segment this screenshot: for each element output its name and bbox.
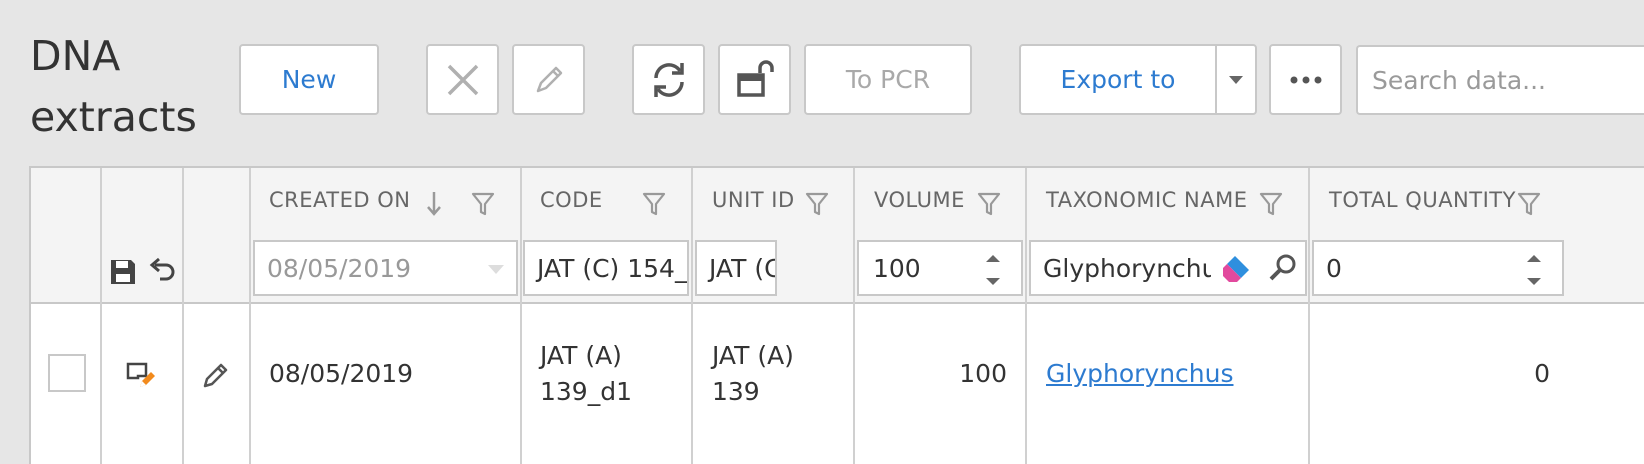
export-button[interactable]: Export to (1019, 44, 1217, 115)
code-cell: JAT (A) 139_d1 (540, 338, 632, 410)
magnifier-icon[interactable] (1268, 253, 1298, 283)
column-header-total-quantity[interactable]: TOTAL QUANTITY (1329, 188, 1569, 216)
calendar-dropdown-icon[interactable] (488, 265, 504, 274)
eraser-icon[interactable] (1219, 252, 1253, 286)
unit-id-cell: JAT (A) 139 (712, 338, 794, 410)
column-header-label: TOTAL QUANTITY (1329, 188, 1516, 212)
edit-button[interactable] (512, 44, 585, 115)
filter-icon[interactable] (471, 192, 495, 216)
column-header-unit-id[interactable]: UNIT ID (712, 188, 852, 216)
unlock-icon (736, 59, 774, 97)
column-divider (691, 168, 693, 464)
code-filter-field[interactable]: JAT (C) 154_d (523, 240, 689, 296)
to-pcr-button-label: To PCR (845, 65, 931, 94)
volume-cell: 100 (959, 359, 1007, 388)
edit-row-icon[interactable] (126, 361, 158, 391)
new-button[interactable]: New (239, 44, 379, 115)
row-select-checkbox[interactable] (48, 354, 86, 392)
new-button-label: New (281, 65, 337, 94)
column-header-label: CREATED ON (269, 188, 411, 212)
refresh-icon (653, 62, 684, 97)
column-header-label: CODE (540, 188, 603, 212)
save-icon[interactable] (109, 258, 137, 286)
taxonomic-name-filter-field[interactable]: Glyphorynchu (1029, 240, 1307, 296)
column-divider (249, 168, 251, 464)
search-input[interactable] (1356, 45, 1644, 115)
caret-down-icon (1229, 75, 1243, 84)
undo-icon[interactable] (147, 257, 175, 287)
unlock-button[interactable] (718, 44, 791, 115)
taxonomic-name-link[interactable]: Glyphorynchus (1046, 356, 1234, 392)
stepper-icon[interactable] (1524, 250, 1544, 290)
code-cell-line: JAT (A) (540, 341, 622, 370)
unit-id-cell-line: JAT (A) (712, 341, 794, 370)
column-header-label: VOLUME (874, 188, 965, 212)
column-divider (100, 168, 102, 464)
pencil-icon[interactable] (202, 361, 230, 389)
column-divider (1025, 168, 1027, 464)
column-header-taxonomic-name[interactable]: TAXONOMIC NAME (1046, 188, 1306, 216)
more-button[interactable] (1269, 44, 1342, 115)
to-pcr-button[interactable]: To PCR (804, 44, 972, 115)
filter-icon[interactable] (1259, 192, 1283, 216)
data-grid: CREATED ON CODE UNIT ID VOLUME TAXONOMIC… (29, 166, 1644, 464)
code-cell-line: 139_d1 (540, 377, 632, 406)
column-header-label: TAXONOMIC NAME (1046, 188, 1248, 212)
column-header-created-on[interactable]: CREATED ON (269, 188, 519, 216)
column-header-label: UNIT ID (712, 188, 795, 212)
refresh-button[interactable] (632, 44, 705, 115)
created-on-cell: 08/05/2019 (269, 359, 414, 388)
export-dropdown-button[interactable] (1215, 44, 1257, 115)
created-on-filter-value: 08/05/2019 (267, 253, 412, 283)
stepper-icon[interactable] (983, 250, 1003, 290)
delete-button[interactable] (426, 44, 499, 115)
column-header-volume[interactable]: VOLUME (874, 188, 1024, 216)
more-icon (1290, 76, 1321, 83)
created-on-filter-field[interactable]: 08/05/2019 (253, 240, 518, 296)
volume-filter-field[interactable]: 100 (857, 240, 1023, 296)
close-icon (447, 64, 478, 95)
filter-icon[interactable] (977, 192, 1001, 216)
unit-id-cell-line: 139 (712, 377, 760, 406)
column-divider (182, 168, 184, 464)
column-divider (1308, 168, 1310, 464)
total-quantity-cell: 0 (1534, 359, 1550, 388)
total-quantity-filter-field[interactable]: 0 (1312, 240, 1564, 296)
pencil-icon (536, 66, 562, 92)
filter-icon[interactable] (642, 192, 666, 216)
taxonomic-name-filter-value: Glyphorynchu (1043, 253, 1211, 283)
page-title: DNA extracts (30, 32, 197, 141)
column-divider (853, 168, 855, 464)
filter-icon[interactable] (805, 192, 829, 216)
column-header-code[interactable]: CODE (540, 188, 690, 216)
filter-icon[interactable] (1517, 192, 1541, 216)
code-filter-value: JAT (C) 154_d (537, 253, 689, 283)
total-quantity-filter-value: 0 (1326, 253, 1342, 283)
column-divider (520, 168, 522, 464)
unit-id-filter-field[interactable]: JAT (C (695, 240, 777, 296)
sort-down-icon[interactable] (427, 192, 441, 216)
unit-id-filter-value: JAT (C (709, 253, 777, 283)
volume-filter-value: 100 (873, 253, 921, 283)
export-button-label: Export to (1060, 65, 1176, 94)
